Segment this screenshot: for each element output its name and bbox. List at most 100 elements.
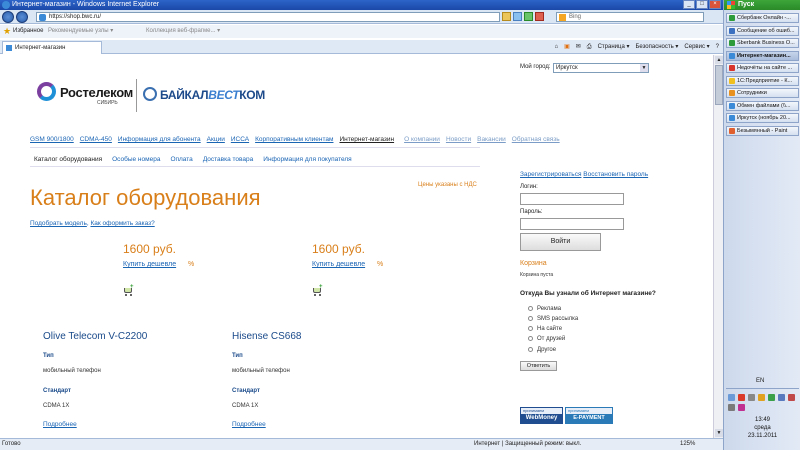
favorites-button[interactable]: Избранное (13, 25, 43, 38)
nav-subscriber-info[interactable]: Информация для абонента (118, 136, 201, 143)
print-icon[interactable]: ⎙ (587, 42, 592, 52)
taskbar-button[interactable]: Сбербанк Онлайн -... (726, 13, 799, 23)
tab-active[interactable]: Интернет-магазин (2, 41, 102, 54)
stop-icon[interactable] (535, 12, 544, 21)
add-to-cart-icon[interactable]: + (123, 284, 134, 296)
poll-option[interactable]: На сайте (528, 326, 562, 332)
taskbar-button[interactable]: Безымянный - Paint (726, 125, 799, 136)
search-input[interactable]: Bing (556, 12, 704, 22)
product-name[interactable]: Olive Telecom V-C2200 (43, 331, 147, 342)
security-zone[interactable]: Интернет | Защищенный режим: выкл. (474, 439, 581, 450)
home-icon[interactable]: ⌂ (554, 42, 558, 52)
password-field[interactable] (520, 218, 624, 230)
nav-shop[interactable]: Интернет-магазин (339, 136, 394, 143)
compat-icon[interactable] (513, 12, 522, 21)
tray-app-icon[interactable] (778, 394, 785, 401)
tools-menu[interactable]: Сервис ▾ (684, 42, 709, 52)
nav-jobs[interactable]: Вакансии (477, 136, 506, 143)
feeds-icon[interactable]: ▣ (564, 42, 570, 52)
taskbar-button[interactable]: Sberbank Business O... (726, 38, 799, 48)
baikalwestcom-logo[interactable]: БАЙКАЛВЕСТКОМ (143, 85, 273, 109)
restore-password-link[interactable]: Восстановить пароль (583, 171, 648, 178)
epayment-badge[interactable]: принимаем E-PAYMENT (565, 407, 613, 424)
subnav-payment[interactable]: Оплата (170, 156, 192, 163)
forward-button[interactable] (16, 11, 28, 23)
nav-issa[interactable]: ИССА (231, 136, 249, 143)
suggested-sites[interactable]: Рекомендуемые узлы ▾ (48, 25, 113, 38)
details-link[interactable]: Подробнее (232, 421, 266, 428)
vertical-scrollbar[interactable]: ▲ ▼ (713, 55, 723, 438)
rostelecom-sub: СИБИРЬ (97, 100, 118, 106)
main-nav: GSM 900/1800 CDMA-450 Информация для або… (30, 136, 560, 143)
tray-update-icon[interactable] (758, 394, 765, 401)
tray-app-icon[interactable] (768, 394, 775, 401)
maximize-button[interactable]: □ (696, 0, 708, 9)
poll-option[interactable]: Другое (528, 347, 556, 353)
taskbar-button-label: Сбербанк Онлайн -... (737, 15, 791, 21)
scroll-down-icon[interactable]: ▼ (715, 429, 723, 437)
login-button[interactable]: Войти (520, 233, 601, 251)
taskbar-button[interactable]: Иркутск (ноябрь 20... (726, 113, 799, 123)
poll-option[interactable]: SMS рассылка (528, 316, 578, 322)
city-select[interactable]: Иркутск ▼ (553, 63, 649, 73)
login-field[interactable] (520, 193, 624, 205)
buy-cheaper-link[interactable]: Купить дешевле (312, 261, 365, 268)
poll-option[interactable]: От друзей (528, 336, 565, 342)
back-button[interactable] (2, 11, 14, 23)
tray-app-icon[interactable] (728, 404, 735, 411)
taskbar-button[interactable]: Недочёты на сайте ... (726, 63, 799, 73)
nav-corporate[interactable]: Корпоративным клиентам (255, 136, 333, 143)
product-name[interactable]: Hisense CS668 (232, 331, 301, 342)
close-button[interactable]: × (709, 0, 721, 9)
mail-icon[interactable]: ✉ (576, 42, 581, 52)
lock-icon[interactable] (502, 12, 511, 21)
start-button[interactable]: Пуск (724, 0, 800, 10)
taskbar-button[interactable]: Сообщение об ошиб... (726, 25, 799, 36)
scroll-thumb[interactable] (715, 65, 723, 105)
tray-app-icon[interactable] (738, 404, 745, 411)
star-icon[interactable]: ★ (3, 27, 12, 36)
subnav-buyer-info[interactable]: Информация для покупателя (263, 156, 351, 163)
clock[interactable]: 13:49 среда 23.11.2011 (724, 416, 800, 440)
language-indicator[interactable]: EN (756, 378, 764, 384)
refresh-icon[interactable] (524, 12, 533, 21)
details-link[interactable]: Подробнее (43, 421, 77, 428)
scroll-up-icon[interactable]: ▲ (715, 56, 723, 64)
subnav-catalog[interactable]: Каталог оборудования (34, 156, 102, 163)
minimize-button[interactable]: _ (683, 0, 695, 9)
subnav-special-numbers[interactable]: Особые номера (112, 156, 160, 163)
web-slice-gallery[interactable]: Коллекция веб-фрагме... ▾ (146, 25, 220, 38)
how-to-order-link[interactable]: Как оформить заказ? (90, 220, 154, 227)
help-icon[interactable]: ? (716, 42, 719, 52)
clock-date: 23.11.2011 (747, 433, 778, 439)
tray-network-icon[interactable] (728, 394, 735, 401)
rostelecom-logo[interactable]: Ростелеком СИБИРЬ (37, 79, 137, 113)
webmoney-badge[interactable]: принимаем WebMoney (520, 407, 563, 424)
nav-gsm[interactable]: GSM 900/1800 (30, 136, 74, 143)
taskbar-button[interactable]: 1С:Предприятие - К... (726, 75, 799, 86)
register-link[interactable]: Зарегистрироваться (520, 171, 581, 178)
nav-promotions[interactable]: Акции (207, 136, 225, 143)
add-to-cart-icon[interactable]: + (312, 284, 323, 296)
security-menu[interactable]: Безопасность ▾ (635, 42, 678, 52)
tray-app-icon[interactable] (788, 394, 795, 401)
nav-cdma450[interactable]: CDMA-450 (80, 136, 112, 143)
taskbar-button[interactable]: Обмен файлами (\\... (726, 100, 799, 111)
taskbar-button-label: Sberbank Business O... (737, 40, 795, 46)
poll-option[interactable]: Реклама (528, 306, 561, 312)
cart-title[interactable]: Корзина (520, 260, 547, 267)
tray-volume-icon[interactable] (748, 394, 755, 401)
zoom-level[interactable]: 125% (680, 439, 695, 450)
page-menu[interactable]: Страница ▾ (598, 42, 630, 52)
nav-feedback[interactable]: Обратная связь (512, 136, 560, 143)
subnav-delivery[interactable]: Доставка товара (203, 156, 253, 163)
nav-about[interactable]: О компании (404, 136, 440, 143)
buy-cheaper-link[interactable]: Купить дешевле (123, 261, 176, 268)
taskbar-button[interactable]: Сотрудники (726, 88, 799, 98)
nav-news[interactable]: Новости (446, 136, 471, 143)
tray-antivirus-icon[interactable] (738, 394, 745, 401)
url-input[interactable]: https://shop.bwc.ru/ (36, 12, 500, 22)
choose-model-link[interactable]: Подобрать модель (30, 220, 87, 227)
taskbar-button[interactable]: Интернет-магазин... (726, 50, 799, 61)
poll-submit-button[interactable]: Ответить (520, 361, 557, 371)
